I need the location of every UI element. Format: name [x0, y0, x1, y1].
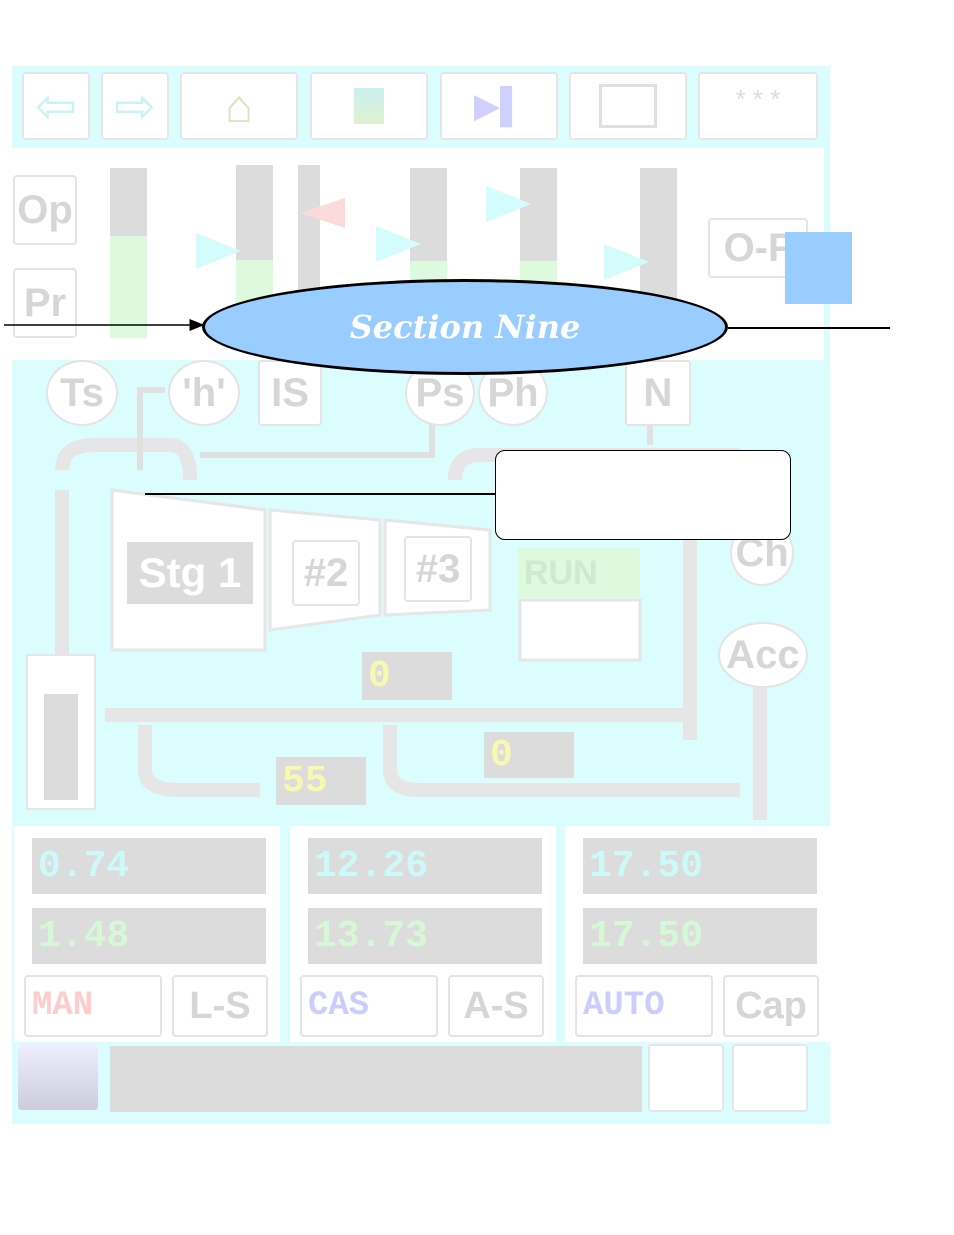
section-title-ellipse[interactable]: Section Nine — [202, 279, 728, 375]
accent-square — [785, 232, 852, 304]
callout-box — [495, 450, 791, 540]
annotation-lines — [4, 319, 890, 495]
section-title: Section Nine — [349, 308, 581, 346]
